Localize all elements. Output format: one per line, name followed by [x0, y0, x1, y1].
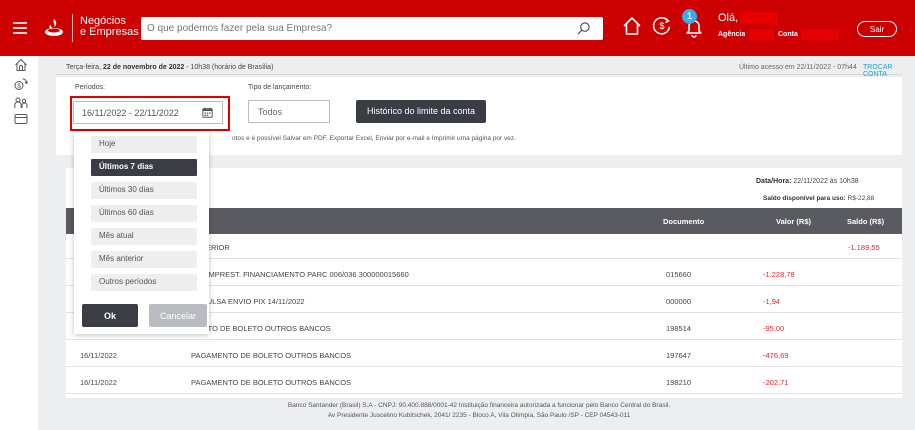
periods-label: Períodos: — [75, 84, 105, 91]
table-row[interactable]: 16/11/2022 PAGAMENTO DE BOLETO OUTROS BA… — [66, 370, 902, 394]
available-balance: Saldo disponível para uso: R$-22,88 — [763, 195, 874, 202]
row-value: -1,94 — [763, 297, 781, 306]
notification-badge: 1 — [682, 9, 697, 24]
santander-flame-icon — [45, 19, 63, 36]
page-footer: Banco Santander (Brasil) S.A - CNPJ: 90.… — [56, 398, 902, 430]
row-value: -476,69 — [763, 351, 789, 360]
card-icon[interactable] — [14, 112, 28, 126]
brand-text: Negócios e Empresas — [80, 16, 139, 38]
row-document: 015660 — [666, 270, 692, 279]
period-option-today[interactable]: Hoje — [91, 136, 197, 153]
footer-line-2: Av Presidente Juscelino Kubitschek, 2041… — [327, 412, 631, 419]
row-description: MENTO DE BOLETO OUTROS BANCOS — [191, 324, 331, 333]
row-document: 197647 — [666, 351, 692, 360]
period-option-last-7-days[interactable]: Últimos 7 dias — [91, 159, 197, 176]
cancel-button[interactable]: Cancelar — [149, 304, 207, 327]
row-document: 198210 — [666, 378, 692, 387]
datetime-value: 22/11/2022 às 10h38 — [791, 178, 859, 185]
redacted-account-number — [801, 29, 839, 40]
greeting-text: Olá, — [718, 12, 739, 24]
row-balance: -1.189,55 — [848, 243, 880, 252]
launch-type-select[interactable]: Todos — [248, 100, 330, 123]
money-exchange-icon[interactable]: $ — [14, 77, 28, 91]
top-header: Negócios e Empresas $ 1 Olá, Agência Con… — [0, 0, 915, 56]
date-text: 22 de novembro de 2022 — [102, 64, 185, 71]
filter-note: otos e é possível Salvar em PDF, Exporta… — [232, 135, 516, 142]
balance-label: Saldo disponível para uso: — [763, 195, 846, 202]
info-bar: Terça-feira, 22 de novembro de 2022 - 10… — [56, 60, 902, 78]
period-option-other-periods[interactable]: Outros períodos — [91, 274, 197, 291]
period-option-last-60-days[interactable]: Últimos 60 dias — [91, 205, 197, 222]
users-icon[interactable] — [14, 96, 28, 110]
row-description: DE EMPREST. FINANCIAMENTO PARC 006/036 3… — [191, 270, 409, 279]
period-option-last-30-days[interactable]: Últimos 30 dias — [91, 182, 197, 199]
row-description: PAGAMENTO DE BOLETO OUTROS BANCOS — [191, 351, 352, 360]
home-icon[interactable] — [621, 15, 643, 37]
agency-label: Agência — [718, 31, 746, 38]
hamburger-menu-icon[interactable] — [13, 22, 27, 34]
row-value: -95,00 — [763, 324, 785, 333]
row-value: -1.228,78 — [763, 270, 795, 279]
row-value: -202,71 — [763, 378, 789, 387]
row-date: 16/11/2022 — [80, 351, 117, 360]
money-exchange-icon[interactable]: $ — [651, 14, 673, 36]
datetime-label: Data/Hora: — [756, 178, 792, 185]
balance-value: R$-22,88 — [845, 195, 875, 202]
column-balance: Saldo (R$) — [847, 217, 885, 226]
search-input[interactable] — [147, 17, 567, 40]
search-bar — [141, 17, 603, 40]
exit-button[interactable]: Sair — [857, 21, 897, 37]
time-text: - 10h38 (horário de Brasília) — [184, 64, 274, 71]
launch-type-label: Tipo de lançamento: — [248, 84, 312, 91]
svg-text:$: $ — [659, 21, 664, 31]
account-limit-history-button[interactable]: Histórico do limite da conta — [356, 100, 486, 123]
current-date: Terça-feira, 22 de novembro de 2022 - 10… — [66, 64, 273, 71]
period-field-highlight — [70, 96, 230, 131]
period-dropdown: Hoje Últimos 7 dias Últimos 30 dias Últi… — [74, 132, 209, 334]
row-document: 000000 — [666, 297, 692, 306]
brand-line-2: e Empresas — [80, 26, 139, 38]
statement-datetime: Data/Hora: 22/11/2022 às 10h38 — [756, 178, 859, 185]
left-sidebar: $ — [0, 56, 38, 430]
home-outline-icon[interactable] — [14, 58, 28, 72]
redacted-agency-number — [750, 29, 774, 40]
redacted-user-name — [740, 12, 778, 24]
row-document: 198514 — [666, 324, 692, 333]
ok-button[interactable]: Ok — [82, 304, 138, 327]
table-row[interactable]: 16/11/2022 PAGAMENTO DE BOLETO OUTROS BA… — [66, 343, 902, 367]
logo-divider — [72, 14, 73, 42]
weekday-text: Terça-feira, — [66, 64, 103, 71]
switch-account-link[interactable]: TROCAR CONTA — [863, 64, 902, 78]
period-option-current-month[interactable]: Mês atual — [91, 228, 197, 245]
search-icon[interactable] — [576, 21, 591, 36]
account-label: Conta — [778, 31, 798, 38]
footer-line-1: Banco Santander (Brasil) S.A - CNPJ: 90.… — [287, 402, 671, 409]
column-value: Valor (R$) — [776, 217, 812, 226]
last-access-text: Último acesso em 22/11/2022 - 07h44 — [739, 64, 857, 71]
period-option-previous-month[interactable]: Mês anterior — [91, 251, 197, 268]
row-date: 16/11/2022 — [80, 378, 117, 387]
column-document: Documento — [663, 217, 705, 226]
row-description: PAGAMENTO DE BOLETO OUTROS BANCOS — [191, 378, 352, 387]
